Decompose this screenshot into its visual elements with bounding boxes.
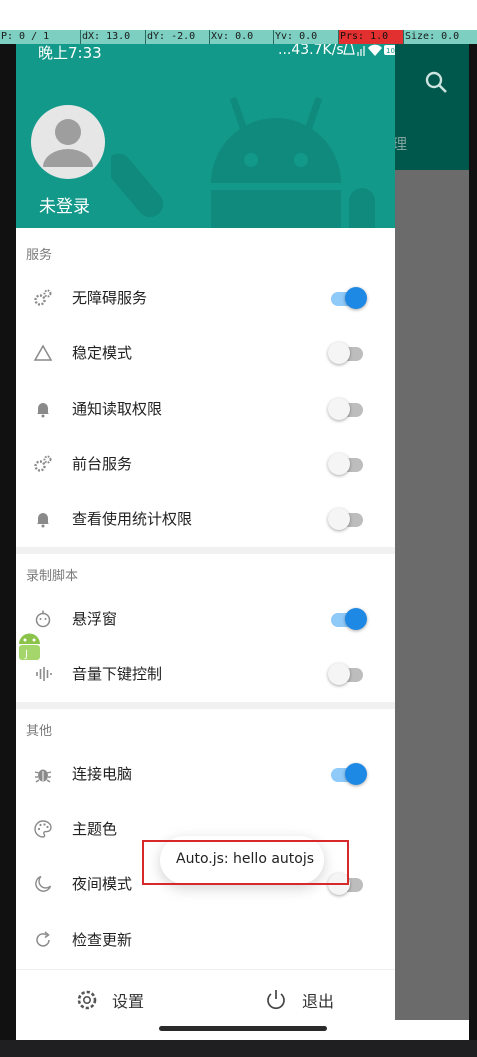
stable-mode-toggle[interactable] xyxy=(328,341,374,365)
floating-window-toggle[interactable] xyxy=(328,607,374,631)
settings-button[interactable]: 设置 xyxy=(112,988,144,1012)
battery-level: 100 xyxy=(386,47,395,55)
menu-item-label: 通知读取权限 xyxy=(72,400,163,418)
triangle-icon xyxy=(33,344,53,361)
bug-icon xyxy=(34,769,52,783)
moon-icon xyxy=(35,875,52,892)
menu-item-stable-mode[interactable]: 稳定模式 xyxy=(16,326,395,381)
volume-key-toggle[interactable] xyxy=(328,662,374,686)
menu-item-foreground-service[interactable]: 前台服务 xyxy=(16,437,395,492)
status-icons: 100 xyxy=(343,42,395,56)
floating-robot-icon[interactable]: J xyxy=(16,630,43,662)
android-robot-watermark-icon xyxy=(111,96,375,228)
menu-item-connect-computer[interactable]: 连接电脑 xyxy=(16,747,395,802)
menu-item-check-update[interactable]: 检查更新 xyxy=(16,913,395,968)
debug-dy: dY: -2.0 xyxy=(145,30,196,44)
menu-item-label: 检查更新 xyxy=(72,931,133,949)
navigation-bar xyxy=(0,1040,477,1057)
usage-stats-toggle[interactable] xyxy=(328,507,374,531)
menu-item-label: 夜间模式 xyxy=(72,875,133,893)
menu-item-label: 音量下键控制 xyxy=(72,665,163,683)
menu-item-label: 稳定模式 xyxy=(72,344,133,362)
accessibility-toggle[interactable] xyxy=(328,286,374,310)
menu-item-label: 悬浮窗 xyxy=(72,610,118,628)
bell-icon xyxy=(37,513,49,528)
debug-xv: Xv: 0.0 xyxy=(209,30,254,44)
background-app-content xyxy=(395,170,469,1020)
debug-yv: Yv: 0.0 xyxy=(273,30,318,44)
menu-item-label: 前台服务 xyxy=(72,455,133,473)
bell-icon xyxy=(37,403,49,418)
section-divider xyxy=(16,702,395,709)
menu-item-floating-window[interactable]: 悬浮窗 xyxy=(16,592,395,647)
debug-dx: dX: 13.0 xyxy=(80,30,131,44)
home-indicator[interactable] xyxy=(159,1026,327,1031)
gears-icon xyxy=(34,455,52,472)
menu-item-label: 主题色 xyxy=(72,820,118,838)
screen-edge-left xyxy=(0,30,16,1040)
section-label-services: 服务 xyxy=(26,248,53,263)
menu-item-accessibility[interactable]: 无障碍服务 xyxy=(16,271,395,326)
section-label-record-script: 录制脚本 xyxy=(26,569,79,584)
menu-item-label: 连接电脑 xyxy=(72,765,133,783)
notification-permission-toggle[interactable] xyxy=(328,397,374,421)
menu-item-notification-permission[interactable]: 通知读取权限 xyxy=(16,382,395,437)
debug-pointer: P: 0 / 1 xyxy=(1,31,50,42)
navigation-drawer: 晚上7:33 ...43.7K/s 100 未登录 服务 无障碍服务 稳定模式 … xyxy=(16,30,395,1040)
login-status-label[interactable]: 未登录 xyxy=(39,192,90,217)
menu-item-volume-key-control[interactable]: 音量下键控制 xyxy=(16,647,395,702)
status-time: 晚上7:33 xyxy=(38,44,102,62)
menu-item-label: 查看使用统计权限 xyxy=(72,510,193,528)
avatar[interactable] xyxy=(31,105,105,179)
pointer-debug-overlay: P: 0 / 1 dX: 13.0 dY: -2.0 Xv: 0.0 Yv: 0… xyxy=(0,30,477,44)
debug-size: Size: 0.0 xyxy=(403,30,460,44)
svg-text:J: J xyxy=(24,649,28,660)
refresh-icon xyxy=(36,931,50,947)
drawer-header: 晚上7:33 ...43.7K/s 100 未登录 xyxy=(16,30,395,228)
search-icon[interactable] xyxy=(424,70,448,94)
foreground-service-toggle[interactable] xyxy=(328,452,374,476)
screen-edge-right xyxy=(469,30,477,1040)
menu-item-label: 无障碍服务 xyxy=(72,289,148,307)
section-label-other: 其他 xyxy=(26,724,53,739)
status-net-speed: ...43.7K/s xyxy=(278,42,344,58)
gears-icon xyxy=(34,289,52,306)
debug-pressure: Prs: 1.0 xyxy=(338,30,404,44)
power-icon[interactable] xyxy=(264,988,288,1012)
annotation-highlight-box xyxy=(142,840,349,885)
palette-icon xyxy=(34,820,52,838)
menu-item-usage-stats-permission[interactable]: 查看使用统计权限 xyxy=(16,492,395,547)
exit-button[interactable]: 退出 xyxy=(302,988,334,1012)
connect-computer-toggle[interactable] xyxy=(328,762,374,786)
user-icon xyxy=(43,119,93,167)
robot-face-icon xyxy=(35,610,51,628)
section-divider xyxy=(16,547,395,554)
gear-icon[interactable] xyxy=(75,988,99,1012)
waveform-icon xyxy=(36,667,52,681)
